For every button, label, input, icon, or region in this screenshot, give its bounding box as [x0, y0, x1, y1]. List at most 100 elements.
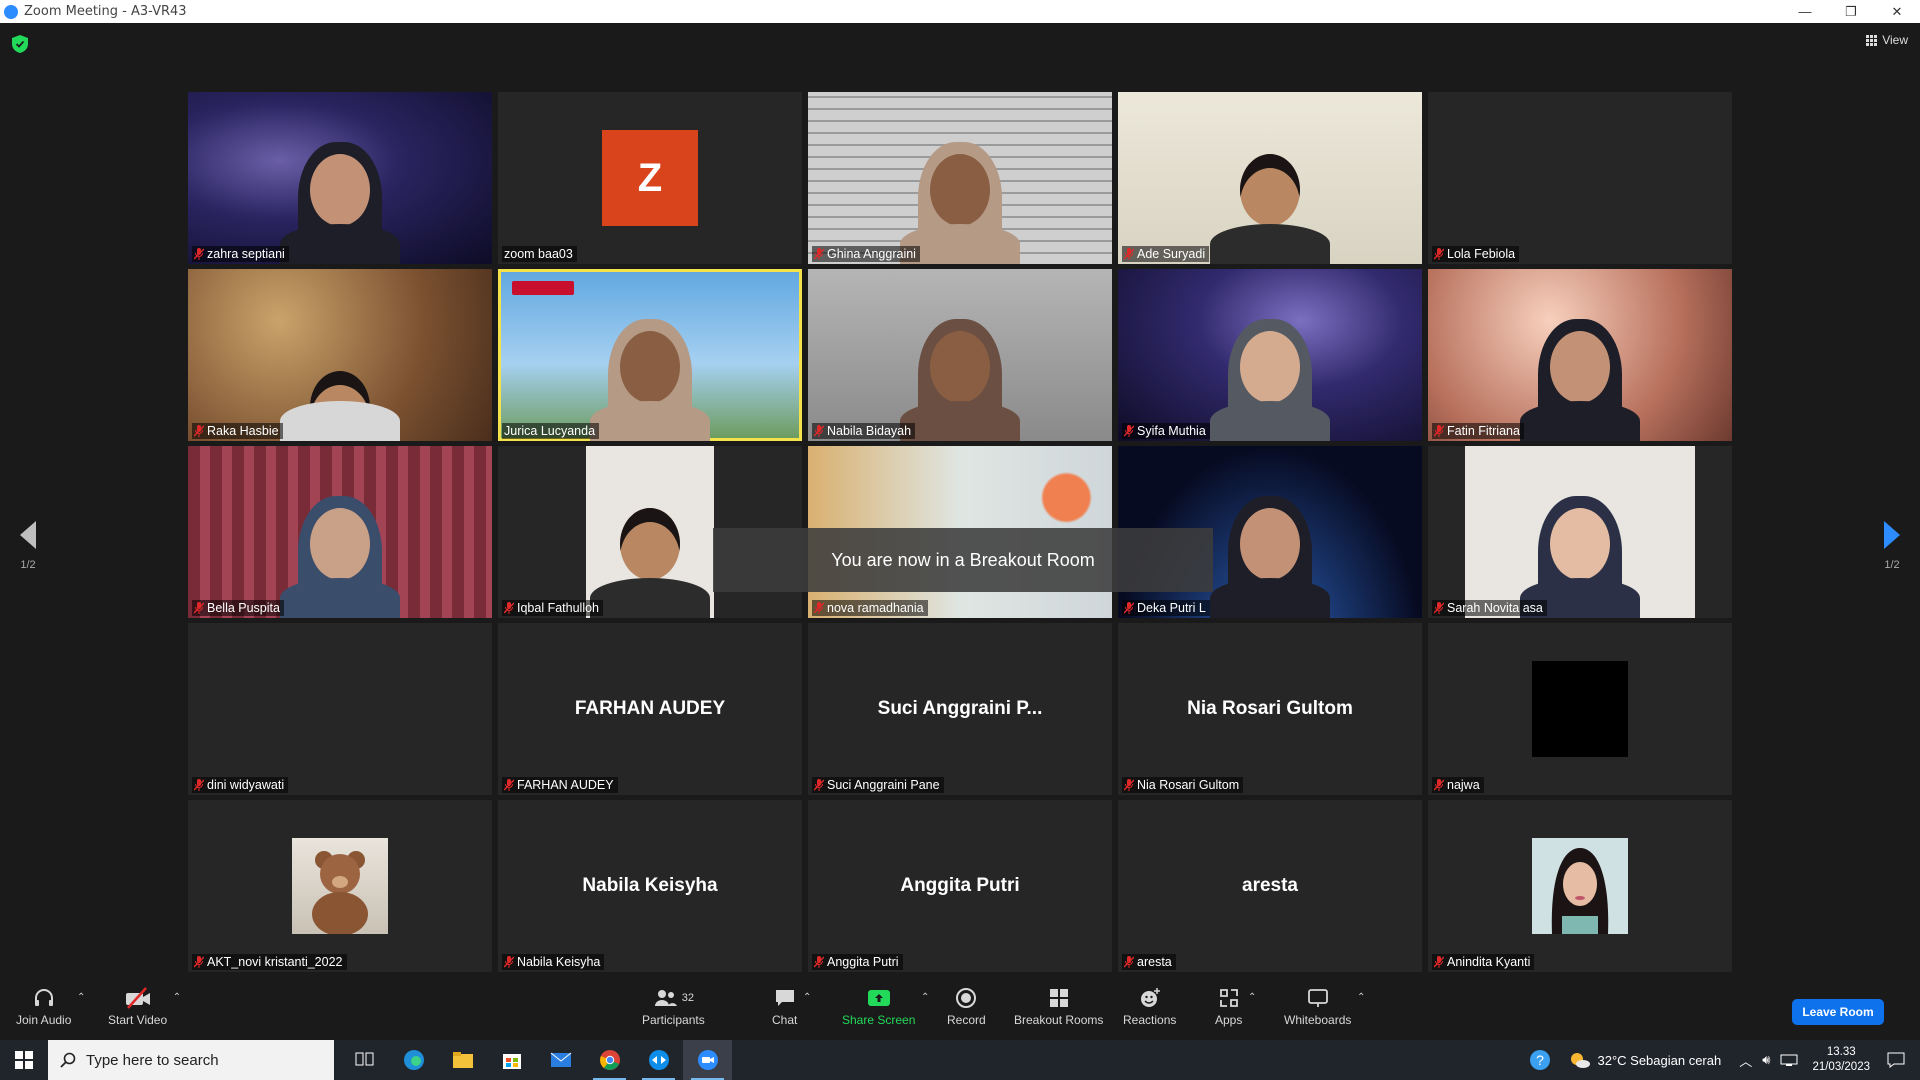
participant-name-label: Anggita Putri: [812, 954, 903, 970]
participant-name: dini widyawati: [207, 778, 285, 792]
participant-tile[interactable]: FARHAN AUDEY FARHAN AUDEY: [498, 623, 802, 795]
weather-text[interactable]: 32°C Sebagian cerah: [1597, 1053, 1721, 1068]
participant-display-name: Nabila Keisyha: [582, 875, 718, 896]
mic-muted-icon: [1433, 248, 1445, 260]
participants-button[interactable]: 32 Participants: [642, 986, 705, 1027]
mic-muted-icon: [193, 602, 205, 614]
participant-tile[interactable]: Jurica Lucyanda: [498, 269, 802, 441]
task-view-icon[interactable]: [340, 1040, 389, 1080]
participant-name-label: Sarah Novita asa: [1432, 600, 1547, 616]
teamviewer-icon[interactable]: [634, 1040, 683, 1080]
apps-options-caret[interactable]: ⌃: [1248, 992, 1256, 1003]
start-button[interactable]: [0, 1040, 48, 1080]
participant-tile[interactable]: Nabila Keisyha Nabila Keisyha: [498, 800, 802, 972]
file-explorer-icon[interactable]: [438, 1040, 487, 1080]
mail-icon[interactable]: [536, 1040, 585, 1080]
meeting-toolbar: Join Audio ⌃ Start Video ⌃ 32 Participan…: [0, 980, 1920, 1040]
participant-name-label: Deka Putri L: [1122, 600, 1210, 616]
start-video-options-caret[interactable]: ⌃: [173, 992, 181, 1003]
restore-button[interactable]: ❐: [1828, 0, 1874, 23]
participant-tile[interactable]: Lola Febiola: [1428, 92, 1732, 264]
close-button[interactable]: ✕: [1874, 0, 1920, 23]
avatar: Z: [602, 130, 698, 226]
participant-tile[interactable]: Fatin Fitriana: [1428, 269, 1732, 441]
participant-name-label: Suci Anggraini Pane: [812, 777, 944, 793]
window-title: Zoom Meeting - A3-VR43: [24, 4, 187, 19]
share-screen-button[interactable]: Share Screen ⌃: [842, 986, 929, 1027]
network-icon[interactable]: [1780, 1053, 1798, 1067]
chrome-icon[interactable]: [585, 1040, 634, 1080]
edge-browser-icon[interactable]: [389, 1040, 438, 1080]
participant-name-label: AKT_novi kristanti_2022: [192, 954, 347, 970]
participant-name-label: nova ramadhania: [812, 600, 928, 616]
whiteboards-options-caret[interactable]: ⌃: [1357, 992, 1365, 1003]
breakout-rooms-icon: [1048, 986, 1070, 1010]
mic-muted-icon: [1433, 779, 1445, 791]
view-button[interactable]: View: [1866, 33, 1908, 47]
participant-tile[interactable]: Ade Suryadi: [1118, 92, 1422, 264]
reactions-button[interactable]: Reactions: [1123, 986, 1176, 1027]
mic-muted-icon: [813, 779, 825, 791]
participant-name-label: Lola Febiola: [1432, 246, 1520, 262]
participant-video: [280, 134, 400, 264]
start-video-button[interactable]: Start Video ⌃: [108, 986, 181, 1027]
breakout-rooms-button[interactable]: Breakout Rooms: [1014, 986, 1103, 1027]
participant-display-name: aresta: [1242, 875, 1298, 896]
participant-tile[interactable]: Bella Puspita: [188, 446, 492, 618]
microsoft-store-icon[interactable]: [487, 1040, 536, 1080]
participant-tile[interactable]: dini widyawati: [188, 623, 492, 795]
avatar: [1532, 838, 1628, 934]
record-icon: [955, 986, 977, 1010]
participant-tile[interactable]: Ghina Anggraini: [808, 92, 1112, 264]
chat-button[interactable]: Chat ⌃: [772, 986, 811, 1027]
chevron-left-icon: [20, 521, 36, 549]
participants-icon: 32: [653, 986, 694, 1010]
participant-tile[interactable]: Anindita Kyanti: [1428, 800, 1732, 972]
join-audio-button[interactable]: Join Audio ⌃: [16, 986, 85, 1027]
leave-room-button[interactable]: Leave Room: [1792, 999, 1884, 1025]
participant-tile[interactable]: Raka Hasbie: [188, 269, 492, 441]
show-hidden-icons-chevron-icon[interactable]: ︿: [1739, 1051, 1752, 1070]
participant-tile[interactable]: zahra septiani: [188, 92, 492, 264]
participant-video: [900, 311, 1020, 441]
next-page-button[interactable]: 1/2: [1872, 521, 1912, 571]
mic-muted-icon: [1123, 779, 1135, 791]
record-button[interactable]: Record: [947, 986, 986, 1027]
participant-video: [280, 488, 400, 618]
notifications-icon[interactable]: [1886, 1051, 1906, 1069]
whiteboards-button[interactable]: Whiteboards ⌃: [1284, 986, 1365, 1027]
participant-video: [1520, 488, 1640, 618]
participant-tile[interactable]: Suci Anggraini P... Suci Anggraini Pane: [808, 623, 1112, 795]
participant-tile[interactable]: aresta aresta: [1118, 800, 1422, 972]
participant-tile[interactable]: Syifa Muthia: [1118, 269, 1422, 441]
grid-view-icon: [1866, 34, 1878, 46]
minimize-button[interactable]: —: [1782, 0, 1828, 23]
page-indicator-left: 1/2: [20, 559, 36, 571]
join-audio-options-caret[interactable]: ⌃: [77, 992, 85, 1003]
participant-tile[interactable]: Anggita Putri Anggita Putri: [808, 800, 1112, 972]
participant-tile[interactable]: Nia Rosari Gultom Nia Rosari Gultom: [1118, 623, 1422, 795]
help-icon[interactable]: ?: [1529, 1049, 1551, 1071]
participant-video: [1210, 488, 1330, 618]
prev-page-button[interactable]: 1/2: [8, 521, 48, 571]
teddy-bear-avatar: [292, 838, 388, 936]
participant-tile[interactable]: najwa: [1428, 623, 1732, 795]
share-options-caret[interactable]: ⌃: [921, 992, 929, 1003]
mic-muted-icon: [1433, 602, 1445, 614]
search-icon: [60, 1052, 76, 1068]
taskbar-search-input[interactable]: Type here to search: [48, 1040, 334, 1080]
volume-icon[interactable]: 🔊︎: [1762, 1052, 1770, 1068]
taskbar-clock[interactable]: 13.33 21/03/2023: [1812, 1045, 1870, 1075]
zoom-taskbar-icon[interactable]: [683, 1040, 732, 1080]
chat-options-caret[interactable]: ⌃: [803, 992, 811, 1003]
security-shield-icon[interactable]: [12, 35, 28, 53]
participant-tile[interactable]: Zzoom baa03: [498, 92, 802, 264]
participant-name-label: Ade Suryadi: [1122, 246, 1210, 262]
participant-tile[interactable]: AKT_novi kristanti_2022: [188, 800, 492, 972]
page-indicator-right: 1/2: [1884, 559, 1900, 571]
participant-tile[interactable]: Sarah Novita asa: [1428, 446, 1732, 618]
avatar: [1532, 661, 1628, 757]
apps-button[interactable]: Apps ⌃: [1215, 986, 1256, 1027]
participant-tile[interactable]: Nabila Bidayah: [808, 269, 1112, 441]
mic-muted-icon: [503, 602, 515, 614]
